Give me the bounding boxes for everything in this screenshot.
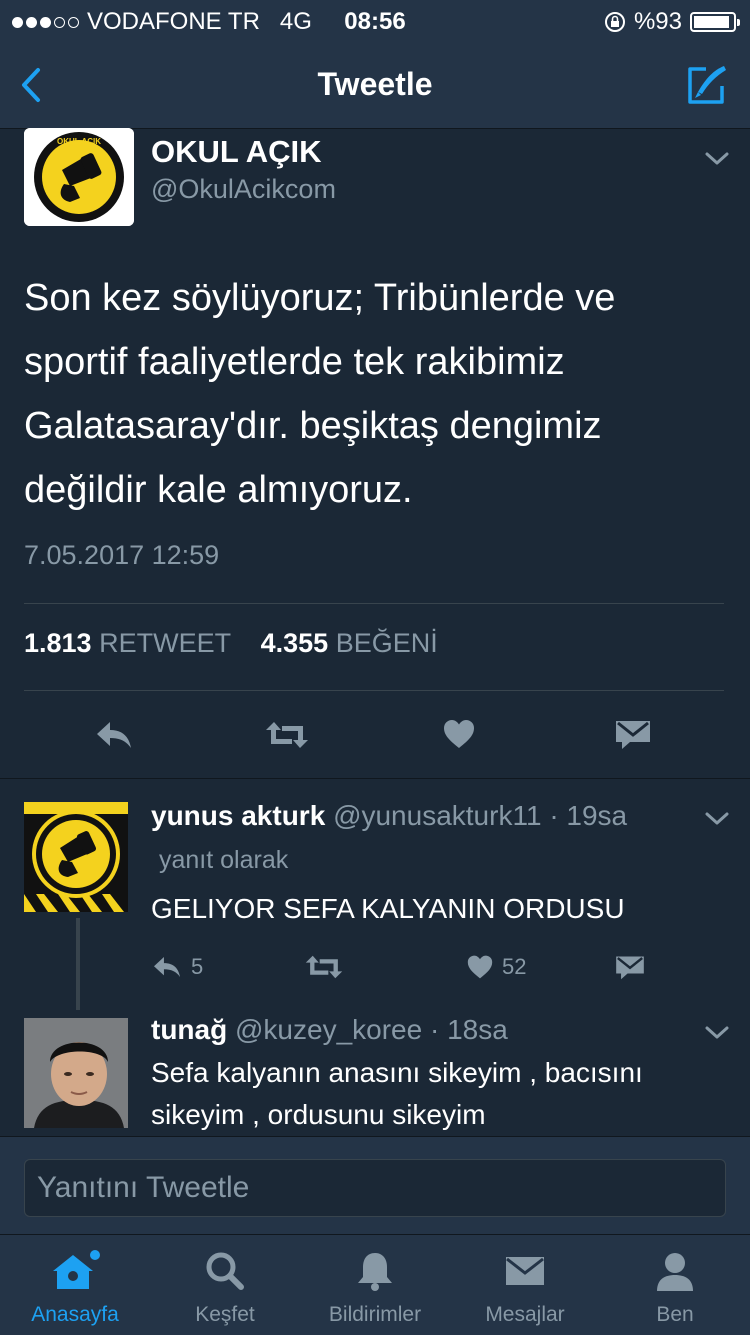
thread-connector (76, 918, 80, 1010)
home-icon (53, 1250, 100, 1289)
author-name[interactable]: OKUL AÇIK (151, 134, 322, 170)
direct-message-icon[interactable] (614, 718, 652, 750)
tab-notifications[interactable]: Bildirimler (300, 1235, 450, 1335)
chevron-down-icon[interactable] (704, 150, 730, 168)
like-count[interactable]: 4.355 (261, 628, 329, 658)
status-bar: VODAFONE TR 4G 08:56 %93 (0, 0, 750, 42)
tab-profile[interactable]: Ben (600, 1235, 750, 1335)
tweet-timestamp[interactable]: 7.05.2017 12:59 (24, 540, 219, 571)
compose-button[interactable] (684, 62, 730, 108)
avatar[interactable] (24, 802, 128, 912)
battery-icon (690, 12, 740, 32)
divider (24, 603, 724, 604)
okul-acik-logo (24, 802, 128, 912)
reply-count: 5 (191, 954, 204, 979)
like-icon[interactable] (442, 718, 476, 750)
retweet-action[interactable] (304, 954, 344, 980)
divider (24, 690, 724, 691)
reply-icon[interactable] (94, 718, 134, 752)
tab-label: Mesajlar (485, 1303, 565, 1326)
tab-label: Anasayfa (31, 1303, 119, 1326)
chevron-down-icon[interactable] (704, 1024, 730, 1042)
like-count: 52 (502, 954, 527, 979)
tab-label: Bildirimler (328, 1303, 422, 1326)
reply-context[interactable]: yanıt olarak (159, 846, 288, 875)
like-label[interactable]: BEĞENİ (336, 628, 438, 658)
retweet-label[interactable]: RETWEET (99, 628, 231, 658)
reply-time: · 18sa (429, 1014, 508, 1045)
envelope-icon (506, 1257, 544, 1285)
avatar[interactable]: OKUL AÇIK (24, 128, 134, 226)
reply-icon[interactable] (151, 954, 183, 980)
tab-home[interactable]: Anasayfa (0, 1235, 150, 1335)
reply-author-name[interactable]: tunağ (151, 1014, 227, 1045)
logo-text: OKUL AÇIK (57, 137, 101, 146)
dm-action[interactable] (614, 954, 646, 980)
tab-explore[interactable]: Keşfet (150, 1235, 300, 1335)
person-photo (24, 1018, 128, 1128)
reply-author-handle[interactable]: @yunusakturk11 (333, 800, 541, 831)
tab-bar: Anasayfa Keşfet Bildirimler Mesajlar Ben (0, 1234, 750, 1335)
battery-percent: %93 (633, 8, 682, 35)
retweet-icon[interactable] (264, 720, 310, 750)
chevron-down-icon[interactable] (704, 810, 730, 828)
engagement-counts: 1.813 RETWEET 4.355 BEĞENİ (24, 628, 438, 659)
reply-action[interactable]: 5 (151, 954, 203, 980)
tweet-actions (0, 714, 750, 758)
tab-messages[interactable]: Mesajlar (450, 1235, 600, 1335)
separator (0, 778, 750, 779)
reply-time: · 19sa (549, 800, 628, 831)
reply-text: Sefa kalyanın anasını sikeyim , bacısını… (151, 1057, 643, 1130)
person-icon (657, 1253, 693, 1291)
retweet-icon[interactable] (304, 954, 344, 980)
page-title: Tweetle (317, 66, 433, 102)
direct-message-icon[interactable] (614, 954, 646, 980)
retweet-count[interactable]: 1.813 (24, 628, 92, 658)
tab-label: Keşfet (195, 1303, 255, 1326)
reply-input[interactable] (24, 1159, 726, 1217)
navigation-bar: Tweetle (0, 42, 750, 129)
reply-composer (0, 1136, 750, 1235)
tab-label: Ben (656, 1303, 694, 1326)
reply-text: GELIYOR SEFA KALYANIN ORDUSU (151, 893, 625, 924)
reply-author-handle[interactable]: @kuzey_koree (235, 1014, 422, 1045)
avatar[interactable] (24, 1018, 128, 1128)
tweet-text: Son kez söylüyoruz; Tribünlerde ve sport… (24, 277, 616, 511)
search-icon (206, 1252, 244, 1290)
like-action[interactable]: 52 (466, 954, 526, 980)
orientation-lock-icon (604, 12, 625, 32)
reply-author-name[interactable]: yunus akturk (151, 800, 325, 831)
bell-icon (358, 1253, 392, 1291)
okul-acik-logo: OKUL AÇIK (24, 128, 134, 226)
author-handle[interactable]: @OkulAcikcom (151, 174, 336, 205)
like-icon[interactable] (466, 954, 494, 980)
